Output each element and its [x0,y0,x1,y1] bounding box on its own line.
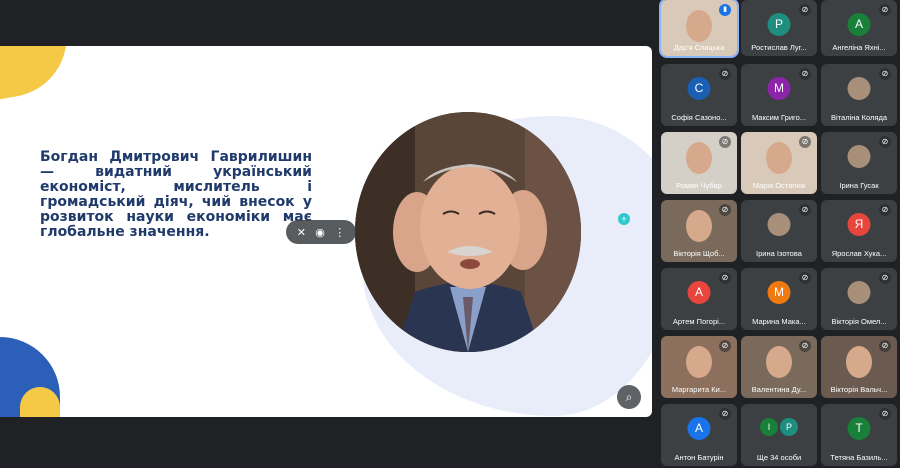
participant-face [766,346,792,378]
participant-tile[interactable]: ⊘ Ірина Гусак [821,132,897,194]
participant-tile[interactable]: ⊘ Ірина Ізотова [741,200,817,262]
participant-name: Максим Григо... [751,113,807,122]
participant-name: Ірина Ізотова [756,249,802,258]
participant-name: Вікторія Омел... [831,317,887,326]
slide-text: Богдан Дмитрович Гаврилишин — видатний у… [40,149,312,240]
participant-name: Вікторія Вальч... [830,385,888,394]
avatar: А [687,281,711,304]
participant-tile[interactable]: Р ⊘ Ростислав Луг... [741,0,817,56]
participant-face [766,142,792,174]
mic-off-icon: ⊘ [799,4,811,16]
participant-name: Антон Батурін [674,453,724,462]
participant-tile[interactable]: М ⊘ Максим Григо... [741,64,817,126]
participant-tile[interactable]: ⊘ Віталіна Коляда [821,64,897,126]
mic-off-icon: ⊘ [719,272,731,284]
participant-tile[interactable]: Т ⊘ Тетяна Базиль... [821,404,897,466]
avatar [847,77,871,100]
participant-name: Ярослав Хука... [831,249,887,258]
participant-tile[interactable]: А ⊘ Антон Батурін [661,404,737,466]
participant-face [846,346,872,378]
participant-tile[interactable]: ⊘ Вікторія Щоб... [661,200,737,262]
avatar: Р [780,418,798,436]
avatar [847,281,871,304]
mic-off-icon: ⊘ [879,4,891,16]
participant-tile[interactable]: С ⊘ Софія Сазоно... [661,64,737,126]
avatar: А [687,417,711,440]
participant-name: Вікторія Щоб... [673,249,725,258]
more-participants-avatars: ІР [759,418,799,436]
participant-name: Ангеліна Яхні... [832,43,886,52]
participant-tile[interactable]: ▮ Дар'я Спицька [659,0,739,58]
participant-tile[interactable]: А ⊘ Артем Погорі... [661,268,737,330]
participant-name: Роман Чубар [676,181,722,190]
mic-off-icon: ⊘ [799,136,811,148]
participant-name: Ще 34 особи [756,453,802,462]
participant-name: Марина Мака... [752,317,806,326]
decor-yellow-shape [0,46,77,105]
participant-tile[interactable]: ⊘ Марія Остапюк [741,132,817,194]
mic-off-icon: ⊘ [879,136,891,148]
mic-off-icon: ⊘ [879,340,891,352]
audio-icon[interactable]: ◉ [315,226,325,239]
mic-off-icon: ⊘ [799,204,811,216]
participant-name: Ірина Гусак [839,181,879,190]
mic-off-icon: ⊘ [719,408,731,420]
avatar: Т [847,417,871,440]
zoom-icon[interactable]: ⌕ [617,385,641,409]
mic-off-icon: ⊘ [799,340,811,352]
pin-icon[interactable]: + [618,213,630,225]
mic-off-icon: ⊘ [719,68,731,80]
mic-off-icon: ⊘ [719,136,731,148]
participant-name: Артем Погорі... [672,317,726,326]
participant-name: Маргарита Ки... [671,385,727,394]
avatar [847,145,871,168]
participant-name: Марія Остапюк [752,181,806,190]
participant-tile[interactable]: ⊘ Валентина Ду... [741,336,817,398]
avatar: М [767,281,791,304]
avatar [767,213,791,236]
mic-off-icon: ⊘ [879,272,891,284]
mic-off-icon: ⊘ [879,68,891,80]
speaking-icon: ▮ [719,4,731,16]
participant-face [686,210,712,242]
avatar: М [767,77,791,100]
mic-off-icon: ⊘ [879,408,891,420]
participant-tile[interactable]: ⊘ Маргарита Ки... [661,336,737,398]
avatar: А [847,13,871,36]
avatar: С [687,77,711,100]
mic-off-icon: ⊘ [719,340,731,352]
mic-off-icon: ⊘ [879,204,891,216]
mic-off-icon: ⊘ [799,272,811,284]
avatar: Р [767,13,791,36]
tile-hover-controls[interactable]: ✕ ◉ ⋮ [286,220,356,244]
mic-off-icon: ⊘ [719,204,731,216]
avatar: І [760,418,778,436]
participant-face [686,346,712,378]
participant-tile[interactable]: ⊘ Вікторія Вальч... [821,336,897,398]
participant-name: Тетяна Базиль... [830,453,888,462]
participant-name: Софія Сазоно... [671,113,727,122]
mic-off-icon: ⊘ [799,68,811,80]
more-options-icon[interactable]: ⋮ [334,226,345,239]
participant-name: Ростислав Луг... [751,43,807,52]
portrait-photo [355,112,581,352]
participant-tile[interactable]: Я ⊘ Ярослав Хука... [821,200,897,262]
participant-name: Валентина Ду... [751,385,807,394]
avatar: Я [847,213,871,236]
mic-off-icon[interactable]: ✕ [297,226,306,239]
participant-tile[interactable]: ⊘ Вікторія Омел... [821,268,897,330]
participant-face [686,10,712,42]
participant-tile[interactable]: М ⊘ Марина Мака... [741,268,817,330]
participant-face [686,142,712,174]
participant-name: Віталіна Коляда [831,113,887,122]
participant-tile[interactable]: А ⊘ Ангеліна Яхні... [821,0,897,56]
participant-name: Дар'я Спицька [673,43,725,52]
participant-tile[interactable]: ⊘ Роман Чубар [661,132,737,194]
participant-tile[interactable]: І Р Ще 34 особи [741,404,817,466]
